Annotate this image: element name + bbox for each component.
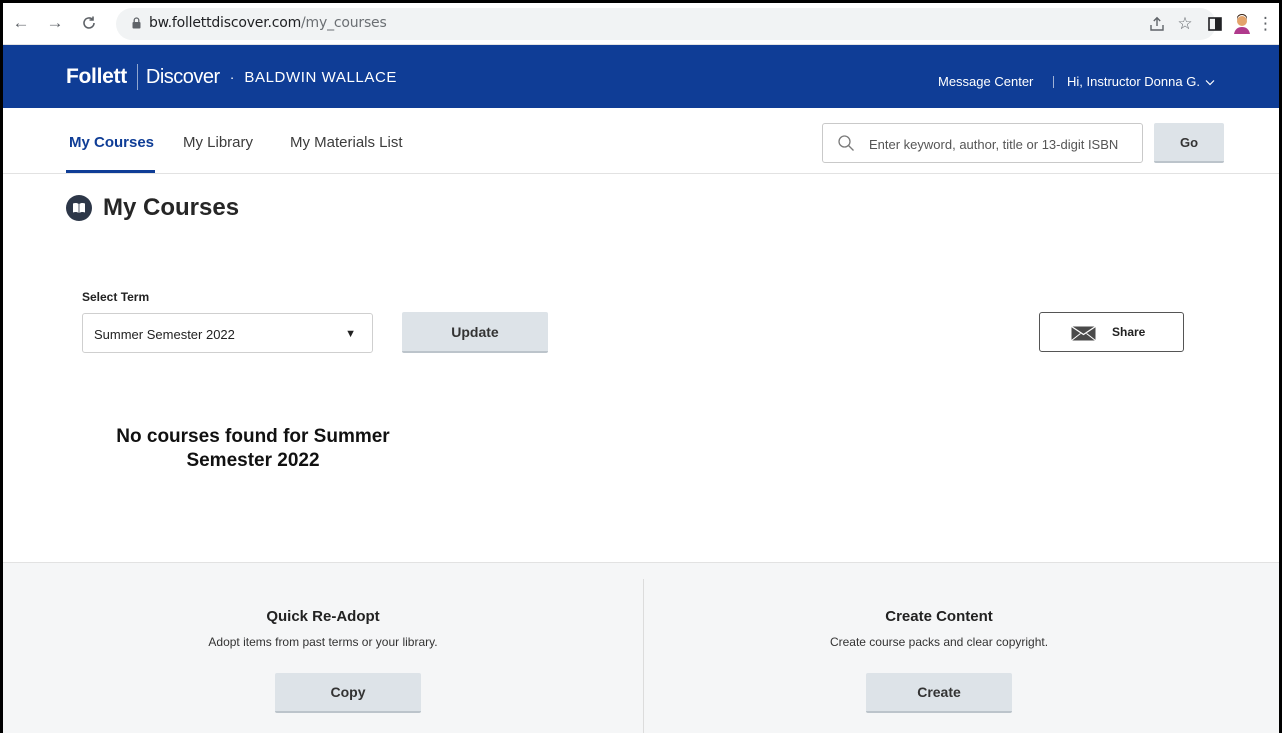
search-box[interactable]: [822, 123, 1143, 163]
no-courses-line-1: No courses found for Summer: [116, 426, 390, 447]
term-select[interactable]: Summer Semester 2022 ▼: [82, 313, 373, 353]
sidepanel-icon[interactable]: [1204, 13, 1226, 35]
share-button[interactable]: Share: [1039, 312, 1184, 352]
star-icon[interactable]: ☆: [1174, 13, 1196, 35]
envelope-icon: [1071, 326, 1096, 341]
create-content-panel: Create Content Create course packs and c…: [619, 563, 1259, 649]
no-courses-line-2: Semester 2022: [186, 450, 320, 471]
page-title-row: My Courses: [66, 193, 239, 223]
search-icon: [838, 135, 854, 151]
footer-actions: Quick Re-Adopt Adopt items from past ter…: [3, 562, 1279, 733]
site-header: Follett Discover · BALDWIN WALLACE Messa…: [3, 45, 1279, 108]
caret-down-icon: ▼: [345, 328, 356, 340]
share-label: Share: [1112, 325, 1146, 339]
active-tab-indicator: [66, 170, 155, 173]
sub-navigation: My Courses My Library My Materials List …: [3, 108, 1279, 174]
header-divider: [1053, 76, 1054, 88]
user-menu[interactable]: Hi, Instructor Donna G.: [1067, 74, 1215, 89]
copy-button[interactable]: Copy: [275, 673, 421, 713]
tab-my-library[interactable]: My Library: [183, 134, 253, 151]
go-button[interactable]: Go: [1154, 123, 1224, 163]
quick-readopt-panel: Quick Re-Adopt Adopt items from past ter…: [3, 563, 643, 649]
forward-icon[interactable]: →: [45, 13, 65, 33]
lock-icon: [132, 17, 141, 29]
create-button[interactable]: Create: [866, 673, 1012, 713]
create-description: Create course packs and clear copyright.: [829, 635, 1049, 649]
chevron-down-icon: [1205, 80, 1215, 86]
brand-discover: Discover: [145, 65, 220, 88]
readopt-description: Adopt items from past terms or your libr…: [208, 635, 438, 649]
book-icon: [66, 195, 92, 221]
no-courses-message: No courses found for Summer Semester 202…: [73, 425, 433, 473]
browser-toolbar: ← → bw.follettdiscover.com/my_courses ☆ …: [3, 3, 1279, 45]
message-center-link[interactable]: Message Center: [938, 74, 1033, 89]
reload-icon[interactable]: [79, 13, 99, 33]
greeting-text: Hi, Instructor Donna G.: [1067, 74, 1200, 89]
share-icon[interactable]: [1146, 13, 1168, 35]
address-bar[interactable]: bw.follettdiscover.com/my_courses: [116, 8, 1216, 40]
readopt-title: Quick Re-Adopt: [266, 608, 380, 625]
back-icon[interactable]: ←: [11, 13, 31, 33]
page-title: My Courses: [103, 194, 240, 221]
menu-icon[interactable]: ⋮: [1257, 13, 1274, 35]
browser-window: ← → bw.follettdiscover.com/my_courses ☆ …: [3, 3, 1279, 733]
tab-my-materials-list[interactable]: My Materials List: [290, 134, 403, 151]
create-title: Create Content: [885, 608, 993, 625]
avatar[interactable]: [1231, 13, 1253, 35]
url-text: bw.follettdiscover.com/my_courses: [149, 15, 387, 31]
search-input[interactable]: [869, 133, 1137, 155]
brand-dot: ·: [229, 69, 235, 85]
tab-my-courses[interactable]: My Courses: [69, 134, 154, 151]
term-select-value: Summer Semester 2022: [94, 327, 235, 342]
brand-separator: [136, 64, 138, 90]
brand-logo[interactable]: Follett Discover · BALDWIN WALLACE: [66, 64, 397, 90]
school-name: BALDWIN WALLACE: [244, 68, 398, 86]
brand-follett: Follett: [66, 65, 127, 88]
select-term-label: Select Term: [82, 290, 150, 304]
update-button[interactable]: Update: [402, 312, 548, 353]
